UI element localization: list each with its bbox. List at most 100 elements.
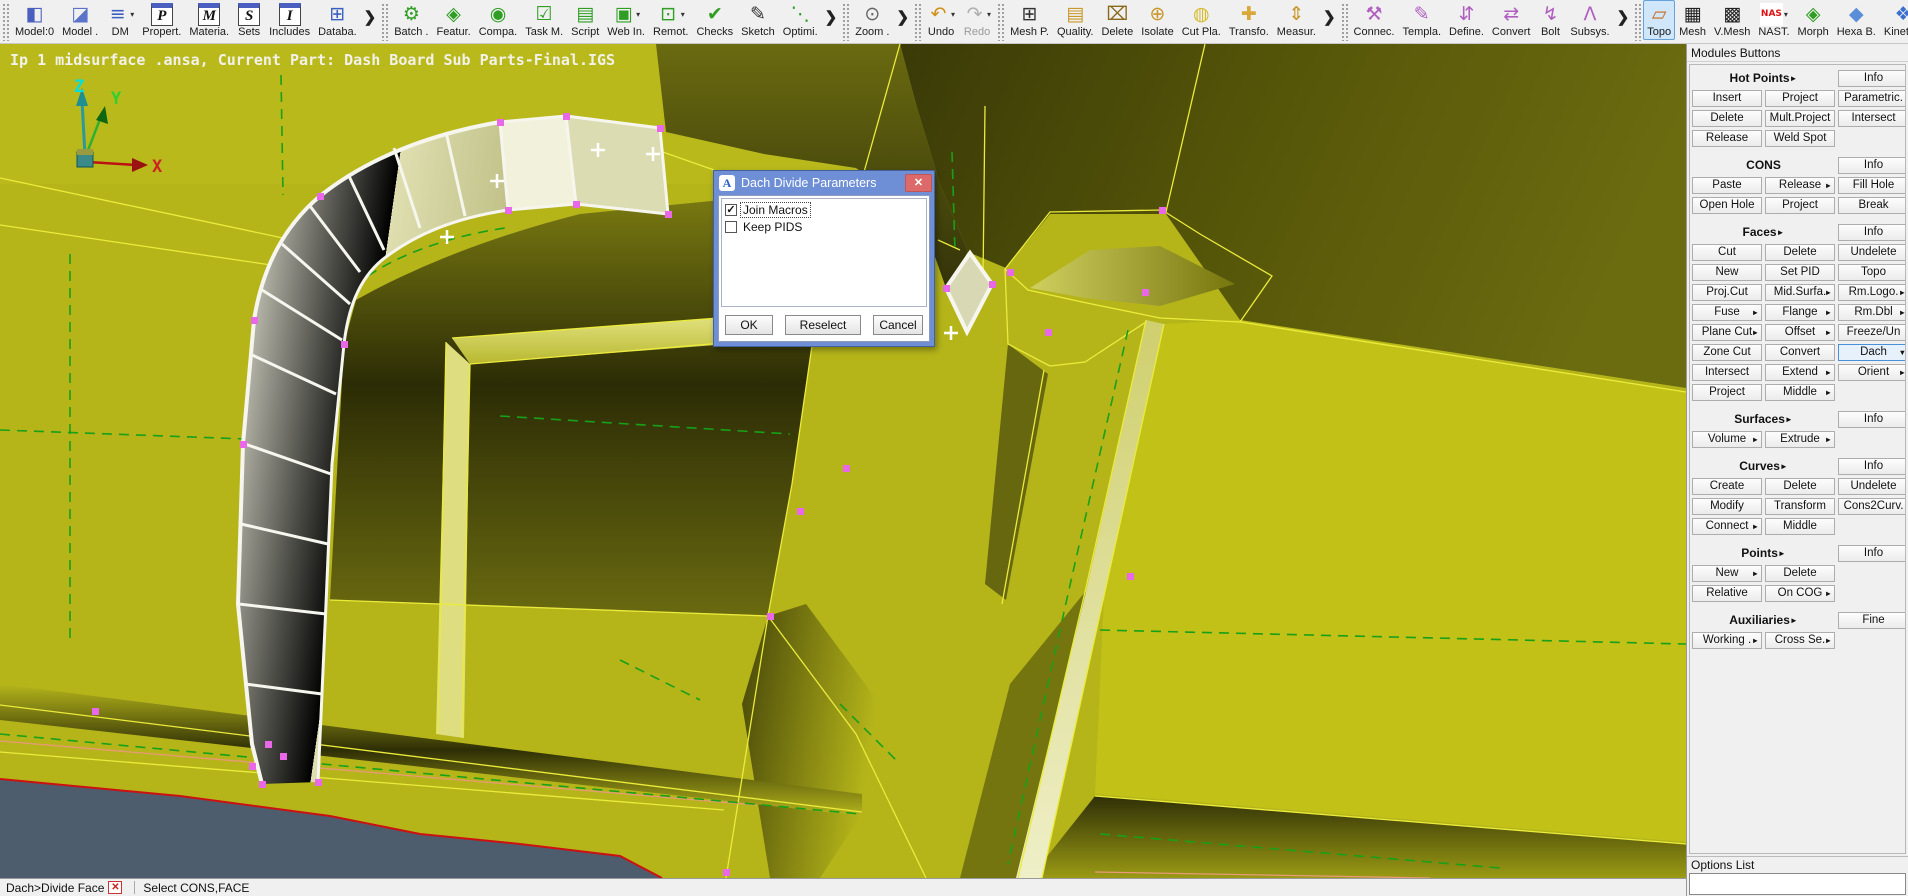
module-button-delete[interactable]: Delete xyxy=(1765,565,1835,582)
module-button-plane-cut[interactable]: Plane Cut ► xyxy=(1692,324,1762,341)
undo-dropdown-arrow[interactable]: ▾ xyxy=(951,10,955,19)
module-button-create[interactable]: Create xyxy=(1692,478,1762,495)
module-button-freeze-un[interactable]: Freeze/Un xyxy=(1838,324,1905,341)
tool-batch[interactable]: ⚙ Batch . xyxy=(390,0,432,39)
tool-script[interactable]: ▤ Script xyxy=(567,0,603,39)
tool-quality[interactable]: ▤ Quality. xyxy=(1053,0,1097,39)
tool-hexa-block[interactable]: ◆ Hexa B. xyxy=(1833,0,1880,39)
tool-materials[interactable]: M Materia. xyxy=(185,0,233,39)
module-button-dach[interactable]: Dach ▼ xyxy=(1838,344,1905,361)
module-button-offset[interactable]: Offset ► xyxy=(1765,324,1835,341)
cancel-button[interactable]: Cancel xyxy=(873,315,923,335)
module-button-volume[interactable]: Volume ► xyxy=(1692,431,1762,448)
dm-dropdown-arrow[interactable]: ▾ xyxy=(130,10,134,19)
module-button-paste[interactable]: Paste xyxy=(1692,177,1762,194)
toolbar-overflow-chevron[interactable]: ❯ xyxy=(1320,0,1339,26)
module-button-flange[interactable]: Flange ► xyxy=(1765,304,1835,321)
tool-connections[interactable]: ⚒ Connec. xyxy=(1350,0,1399,39)
tool-checks[interactable]: ✔ Checks xyxy=(692,0,737,39)
module-button-middle[interactable]: Middle xyxy=(1765,518,1835,535)
module-button-new[interactable]: New ► xyxy=(1692,565,1762,582)
tool-bolt[interactable]: ↯ Bolt xyxy=(1534,0,1566,39)
info-button-surfaces[interactable]: Info xyxy=(1838,410,1905,428)
remote-dropdown-arrow[interactable]: ▾ xyxy=(681,10,685,19)
tool-delete[interactable]: ⌧ Delete xyxy=(1097,0,1137,39)
module-button-convert[interactable]: Convert xyxy=(1765,344,1835,361)
options-list-box[interactable] xyxy=(1689,873,1906,895)
module-button-release[interactable]: Release ► xyxy=(1765,177,1835,194)
module-button-set-pid[interactable]: Set PID xyxy=(1765,264,1835,281)
module-button-break[interactable]: Break xyxy=(1838,197,1905,214)
tool-templates[interactable]: ✎ Templa. xyxy=(1399,0,1446,39)
tool-database[interactable]: ⊞ Databa. xyxy=(314,0,361,39)
tool-properties[interactable]: P Propert. xyxy=(138,0,185,39)
module-button-project[interactable]: Project xyxy=(1765,197,1835,214)
section-title-surfaces[interactable]: Surfaces► xyxy=(1692,412,1835,426)
tool-optimization[interactable]: ⋱ Optimi. xyxy=(779,0,822,39)
tool-measure[interactable]: ⇕ Measur. xyxy=(1273,0,1320,39)
cancel-function-button[interactable]: ✕ xyxy=(108,881,123,894)
tool-model-0[interactable]: ◧ Model:0 xyxy=(11,0,58,39)
tool-redo[interactable]: ↷ ▾ Redo xyxy=(959,0,995,39)
tool-volume-mesh[interactable]: ▩ V.Mesh xyxy=(1710,0,1754,39)
tool-subsystems[interactable]: Λ Subsys. xyxy=(1566,0,1613,39)
tool-cut-plane[interactable]: ◍ Cut Pla. xyxy=(1178,0,1225,39)
tool-convert[interactable]: ⇄ Convert xyxy=(1488,0,1535,39)
module-button-connect[interactable]: Connect ► xyxy=(1692,518,1762,535)
module-button-undelete[interactable]: Undelete xyxy=(1838,244,1905,261)
tool-undo[interactable]: ↶ ▾ Undo xyxy=(923,0,959,39)
tool-transform[interactable]: ✚ Transfo. xyxy=(1225,0,1273,39)
info-button-points[interactable]: Info xyxy=(1838,544,1905,562)
module-button-rm-logo[interactable]: Rm.Logo. ► xyxy=(1838,284,1905,301)
section-title-faces[interactable]: Faces► xyxy=(1692,225,1835,239)
module-button-relative[interactable]: Relative xyxy=(1692,585,1762,602)
web-interface-dropdown-arrow[interactable]: ▾ xyxy=(636,10,640,19)
module-button-release[interactable]: Release xyxy=(1692,130,1762,147)
module-button-intersect[interactable]: Intersect xyxy=(1838,110,1905,127)
module-button-cross-se[interactable]: Cross Se. ► xyxy=(1765,632,1835,649)
viewport-3d[interactable]: Z Y X Ip 1 midsurface .ansa, Current Par… xyxy=(0,44,1686,878)
module-button-transform[interactable]: Transform xyxy=(1765,498,1835,515)
info-button-faces[interactable]: Info xyxy=(1838,223,1905,241)
toolbar-overflow-chevron[interactable]: ❯ xyxy=(822,0,841,26)
tool-mesh[interactable]: ▦ Mesh xyxy=(1675,0,1710,39)
module-button-weld-spot[interactable]: Weld Spot xyxy=(1765,130,1835,147)
info-button-hot-points[interactable]: Info xyxy=(1838,69,1905,87)
nastran-dropdown-arrow[interactable]: ▾ xyxy=(1784,10,1788,19)
module-button-topo[interactable]: Topo xyxy=(1838,264,1905,281)
tool-includes[interactable]: I Includes xyxy=(265,0,314,39)
checkbox-join-macros[interactable]: ✓ Join Macros xyxy=(725,202,923,218)
module-button-parametric[interactable]: Parametric. xyxy=(1838,90,1905,107)
module-button-project[interactable]: Project xyxy=(1765,90,1835,107)
module-button-extrude[interactable]: Extrude ► xyxy=(1765,431,1835,448)
module-button-delete[interactable]: Delete xyxy=(1765,244,1835,261)
module-button-cons2curv[interactable]: Cons2Curv. xyxy=(1838,498,1905,515)
section-title-hot-points[interactable]: Hot Points► xyxy=(1692,71,1835,85)
module-button-modify[interactable]: Modify xyxy=(1692,498,1762,515)
dialog-close-button[interactable]: ✕ xyxy=(905,173,932,192)
module-button-delete[interactable]: Delete xyxy=(1765,478,1835,495)
module-button-proj-cut[interactable]: Proj.Cut xyxy=(1692,284,1762,301)
module-button-on-cog[interactable]: On COG ► xyxy=(1765,585,1835,602)
section-title-points[interactable]: Points► xyxy=(1692,546,1835,560)
tool-model[interactable]: ◪ Model . xyxy=(58,0,102,39)
module-button-delete[interactable]: Delete xyxy=(1692,110,1762,127)
tool-task-manager[interactable]: ☑ Task M. xyxy=(521,0,567,39)
toolbar-overflow-chevron[interactable]: ❯ xyxy=(893,0,912,26)
tool-sketch[interactable]: ✎ Sketch xyxy=(737,0,779,39)
tool-features[interactable]: ◈ Featur. xyxy=(432,0,474,39)
redo-dropdown-arrow[interactable]: ▾ xyxy=(987,10,991,19)
module-button-undelete[interactable]: Undelete xyxy=(1838,478,1905,495)
tool-morph[interactable]: ◈ Morph xyxy=(1794,0,1833,39)
module-button-mult-project[interactable]: Mult.Project xyxy=(1765,110,1835,127)
dialog-title-bar[interactable]: A Dach Divide Parameters ✕ xyxy=(714,171,934,194)
module-button-rm-dbl[interactable]: Rm.Dbl ► xyxy=(1838,304,1905,321)
toolbar-overflow-chevron[interactable]: ❯ xyxy=(1614,0,1633,26)
module-button-intersect[interactable]: Intersect xyxy=(1692,364,1762,381)
tool-isolate[interactable]: ⊕ Isolate xyxy=(1137,0,1177,39)
module-button-working[interactable]: Working . ► xyxy=(1692,632,1762,649)
toolbar-overflow-chevron[interactable]: ❯ xyxy=(361,0,380,26)
tool-mesh-parameters[interactable]: ⊞ Mesh P. xyxy=(1006,0,1053,39)
tool-zoom[interactable]: ⊙ Zoom . xyxy=(851,0,893,39)
module-button-fill-hole[interactable]: Fill Hole xyxy=(1838,177,1905,194)
